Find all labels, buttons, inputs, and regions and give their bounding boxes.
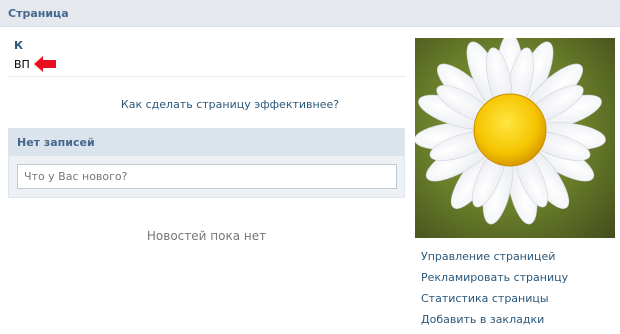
top-bar: Страница: [0, 0, 620, 27]
new-post-input[interactable]: [17, 164, 397, 189]
page-status-row: ВП: [14, 55, 57, 73]
page-actions-menu: Управление страницей Рекламировать стран…: [421, 250, 568, 334]
no-news-text: Новостей пока нет: [146, 229, 267, 243]
page-status[interactable]: ВП: [14, 58, 30, 71]
make-page-effective-link[interactable]: Как сделать страницу эффективнее?: [0, 98, 460, 111]
wall-header-title: Нет записей: [17, 136, 95, 149]
wall-box: Нет записей: [8, 128, 405, 198]
menu-item-page-statistics[interactable]: Статистика страницы: [421, 292, 568, 313]
avatar[interactable]: [415, 38, 615, 238]
page-name: К: [14, 39, 23, 52]
menu-item-add-bookmark[interactable]: Добавить в закладки: [421, 313, 568, 334]
wall-header: Нет записей: [9, 129, 404, 156]
page-header-title: Страница: [8, 7, 69, 20]
divider: [8, 76, 406, 77]
red-arrow-icon: [33, 55, 57, 73]
menu-item-manage-page[interactable]: Управление страницей: [421, 250, 568, 271]
menu-item-advertise-page[interactable]: Рекламировать страницу: [421, 271, 568, 292]
